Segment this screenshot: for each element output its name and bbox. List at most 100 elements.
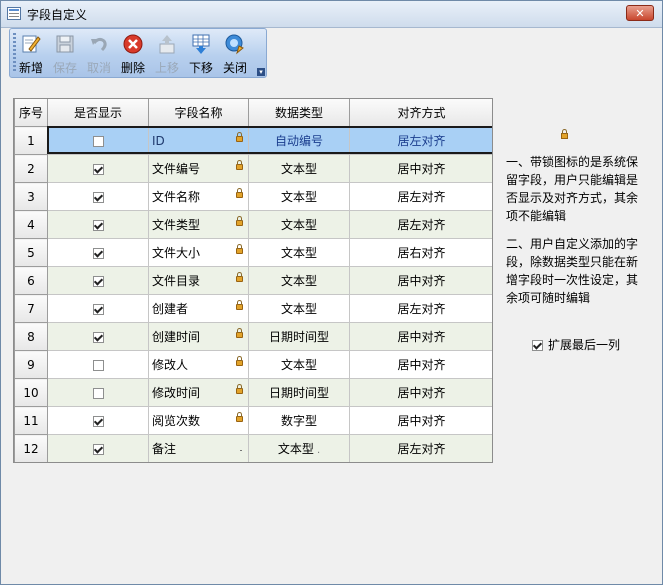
visible-cell[interactable] (47, 378, 149, 407)
visible-checkbox[interactable] (92, 247, 104, 259)
alignment-cell[interactable]: 居中对齐 (349, 154, 492, 183)
column-header-index[interactable]: 序号 (14, 99, 48, 127)
visible-cell[interactable] (47, 434, 149, 462)
visible-cell[interactable] (47, 406, 149, 435)
close-button[interactable]: 关闭 (218, 31, 252, 75)
data-type-cell[interactable]: 数字型 (248, 406, 350, 435)
alignment-cell[interactable]: 居中对齐 (349, 266, 492, 295)
move-up-button[interactable]: 上移 (150, 31, 184, 75)
table-row[interactable]: 5 文件大小 文本型 居右对齐 (14, 238, 492, 267)
field-name-cell[interactable]: 文件类型 (148, 210, 249, 239)
row-index-cell[interactable]: 7 (14, 294, 48, 323)
move-down-button[interactable]: 下移 (184, 31, 218, 75)
column-header-data-type[interactable]: 数据类型 (248, 99, 350, 127)
field-name-cell[interactable]: 文件大小 (148, 238, 249, 267)
visible-checkbox[interactable] (92, 163, 104, 175)
table-row[interactable]: 9 修改人 文本型 居中对齐 (14, 350, 492, 379)
visible-cell[interactable] (47, 294, 149, 323)
data-type-cell[interactable]: 文本型 (248, 266, 350, 295)
field-name-cell[interactable]: 阅览次数 (148, 406, 249, 435)
row-index-cell[interactable]: 6 (14, 266, 48, 295)
alignment-cell[interactable]: 居左对齐 (349, 434, 492, 462)
alignment-cell[interactable]: 居中对齐 (349, 350, 492, 379)
row-index-cell[interactable]: 11 (14, 406, 48, 435)
column-header-field-name[interactable]: 字段名称 (148, 99, 249, 127)
window-close-button[interactable]: ✕ (626, 5, 654, 21)
field-name-cell[interactable]: 修改时间 (148, 378, 249, 407)
delete-button[interactable]: 删除 (116, 31, 150, 75)
row-index-cell[interactable]: 12 (14, 434, 48, 462)
data-type-cell[interactable]: 文本型 (248, 182, 350, 211)
row-index-cell[interactable]: 9 (14, 350, 48, 379)
row-index-cell[interactable]: 3 (14, 182, 48, 211)
row-index-cell[interactable]: 1 (14, 126, 48, 155)
visible-cell[interactable] (47, 238, 149, 267)
field-name-cell[interactable]: 文件目录 (148, 266, 249, 295)
visible-cell[interactable] (47, 322, 149, 351)
field-name-cell[interactable]: 文件名称 (148, 182, 249, 211)
visible-checkbox[interactable] (92, 359, 104, 371)
row-index-cell[interactable]: 8 (14, 322, 48, 351)
expand-last-column-option[interactable]: 扩展最后一列 (532, 336, 620, 353)
save-button[interactable]: 保存 (48, 31, 82, 75)
table-row[interactable]: 8 创建时间 日期时间型 居中对齐 (14, 322, 492, 351)
alignment-cell[interactable]: 居左对齐 (349, 126, 492, 155)
data-type-cell[interactable]: 日期时间型 (248, 322, 350, 351)
alignment-cell[interactable]: 居中对齐 (349, 406, 492, 435)
add-button[interactable]: 新增 (14, 31, 48, 75)
table-row[interactable]: 2 文件编号 文本型 居中对齐 (14, 154, 492, 183)
visible-checkbox[interactable] (92, 275, 104, 287)
table-row[interactable]: 11 阅览次数 数字型 居中对齐 (14, 406, 492, 435)
visible-checkbox[interactable] (92, 303, 104, 315)
data-type-cell[interactable]: 日期时间型 (248, 378, 350, 407)
visible-checkbox[interactable] (92, 331, 104, 343)
table-row[interactable]: 6 文件目录 文本型 居中对齐 (14, 266, 492, 295)
table-row[interactable]: 10 修改时间 日期时间型 居中对齐 (14, 378, 492, 407)
data-type-cell[interactable]: 文本型 . (248, 434, 350, 462)
data-type-cell[interactable]: 文本型 (248, 238, 350, 267)
visible-cell[interactable] (47, 154, 149, 183)
visible-cell[interactable] (47, 182, 149, 211)
table-row[interactable]: 12 备注 文本型 . 居左对齐 (14, 434, 492, 462)
row-index-cell[interactable]: 4 (14, 210, 48, 239)
data-type-cell[interactable]: 文本型 (248, 210, 350, 239)
data-type-cell[interactable]: 文本型 (248, 154, 350, 183)
table-row[interactable]: 4 文件类型 文本型 居左对齐 (14, 210, 492, 239)
row-index-cell[interactable]: 5 (14, 238, 48, 267)
data-type-cell[interactable]: 文本型 (248, 350, 350, 379)
visible-checkbox[interactable] (92, 443, 104, 455)
visible-checkbox[interactable] (92, 219, 104, 231)
field-name-cell[interactable]: 备注 (148, 434, 249, 462)
visible-cell[interactable] (47, 126, 149, 155)
table-row[interactable]: 7 创建者 文本型 居左对齐 (14, 294, 492, 323)
alignment-cell[interactable]: 居左对齐 (349, 294, 492, 323)
field-name-cell[interactable]: 文件编号 (148, 154, 249, 183)
table-row[interactable]: 3 文件名称 文本型 居左对齐 (14, 182, 492, 211)
field-name-cell[interactable]: ID (148, 126, 249, 155)
toolbar-overflow-chevron-icon[interactable]: ▾ (257, 68, 265, 76)
field-name-cell[interactable]: 修改人 (148, 350, 249, 379)
visible-cell[interactable] (47, 350, 149, 379)
data-type-cell[interactable]: 自动编号 (248, 126, 350, 155)
visible-checkbox[interactable] (92, 415, 104, 427)
visible-cell[interactable] (47, 266, 149, 295)
row-index-cell[interactable]: 2 (14, 154, 48, 183)
row-index-cell[interactable]: 10 (14, 378, 48, 407)
alignment-cell[interactable]: 居右对齐 (349, 238, 492, 267)
visible-checkbox[interactable] (92, 135, 104, 147)
data-type-cell[interactable]: 文本型 (248, 294, 350, 323)
alignment-cell[interactable]: 居中对齐 (349, 322, 492, 351)
field-name-cell[interactable]: 创建者 (148, 294, 249, 323)
visible-checkbox[interactable] (92, 387, 104, 399)
table-row[interactable]: 1 ID 自动编号 居左对齐 (14, 126, 492, 155)
column-header-alignment[interactable]: 对齐方式 (349, 99, 492, 127)
column-header-visible[interactable]: 是否显示 (47, 99, 149, 127)
alignment-cell[interactable]: 居左对齐 (349, 210, 492, 239)
alignment-cell[interactable]: 居左对齐 (349, 182, 492, 211)
cancel-button[interactable]: 取消 (82, 31, 116, 75)
alignment-cell[interactable]: 居中对齐 (349, 378, 492, 407)
field-name-cell[interactable]: 创建时间 (148, 322, 249, 351)
expand-last-column-checkbox[interactable] (532, 340, 543, 351)
visible-cell[interactable] (47, 210, 149, 239)
visible-checkbox[interactable] (92, 191, 104, 203)
